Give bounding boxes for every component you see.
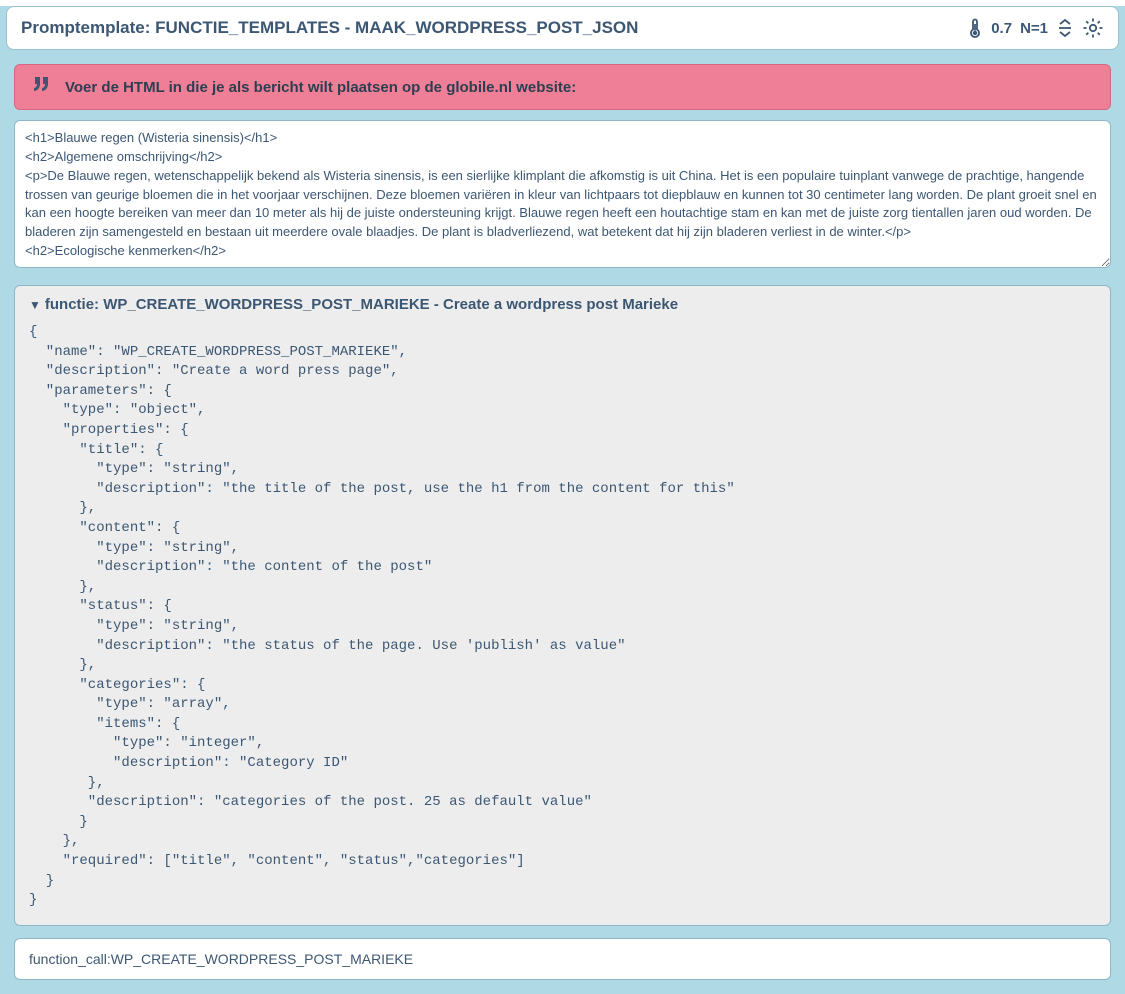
thermometer-icon — [967, 17, 983, 39]
page-title: Promptemplate: FUNCTIE_TEMPLATES - MAAK_… — [21, 18, 638, 38]
function-json-code: { "name": "WP_CREATE_WORDPRESS_POST_MARI… — [29, 323, 1096, 911]
html-input-wrap — [14, 120, 1111, 273]
quote-icon — [31, 77, 51, 97]
prompt-banner-text: Voer de HTML in die je als bericht wilt … — [65, 79, 576, 96]
body-area: Voer de HTML in die je als bericht wilt … — [0, 50, 1125, 994]
function-block: ▼ functie: WP_CREATE_WORDPRESS_POST_MARI… — [14, 285, 1111, 926]
collapse-icon[interactable] — [1056, 18, 1074, 38]
function-block-title: functie: WP_CREATE_WORDPRESS_POST_MARIEK… — [45, 296, 678, 313]
n-value: N=1 — [1020, 20, 1048, 37]
prompt-banner: Voer de HTML in die je als bericht wilt … — [14, 64, 1111, 110]
header-bar: Promptemplate: FUNCTIE_TEMPLATES - MAAK_… — [6, 6, 1119, 50]
app-container: Promptemplate: FUNCTIE_TEMPLATES - MAAK_… — [0, 6, 1125, 994]
header-controls: 0.7 N=1 — [967, 17, 1104, 39]
function-block-header[interactable]: ▼ functie: WP_CREATE_WORDPRESS_POST_MARI… — [29, 296, 1096, 313]
temperature-value: 0.7 — [991, 20, 1012, 37]
function-call-bar: function_call:WP_CREATE_WORDPRESS_POST_M… — [14, 938, 1111, 980]
function-call-text: function_call:WP_CREATE_WORDPRESS_POST_M… — [29, 951, 413, 967]
html-input[interactable] — [14, 120, 1111, 268]
disclosure-triangle-icon: ▼ — [29, 299, 41, 311]
gear-icon[interactable] — [1082, 17, 1104, 39]
